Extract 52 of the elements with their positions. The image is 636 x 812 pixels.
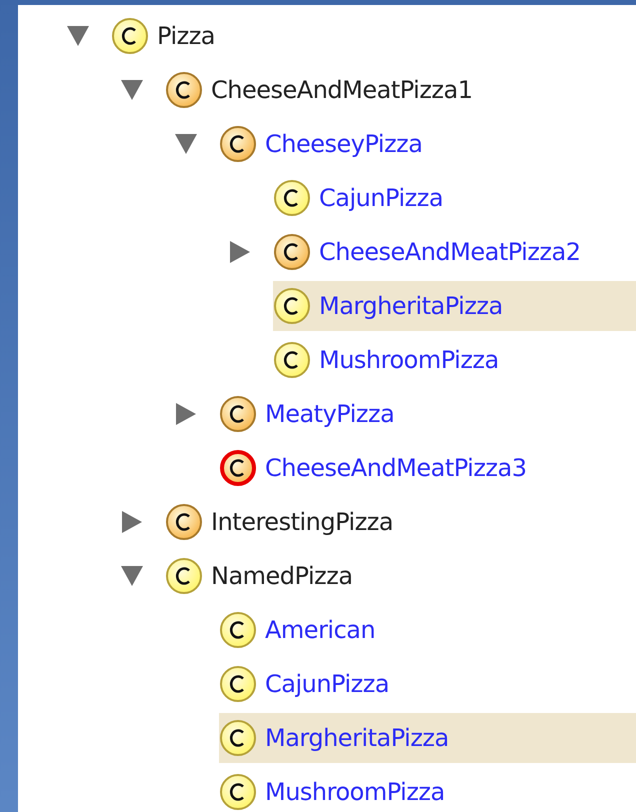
tree-node[interactable]: MargheritaPizza [273, 281, 636, 331]
node-label: Pizza [157, 22, 216, 50]
node-label: InterestingPizza [211, 508, 394, 536]
class-icon [273, 179, 311, 217]
node-label: MushroomPizza [319, 346, 499, 374]
expand-triangle-icon[interactable] [229, 240, 251, 264]
node-label: CajunPizza [319, 184, 444, 212]
class-icon [219, 449, 257, 487]
node-label: MushroomPizza [265, 778, 445, 806]
node-label: American [265, 616, 376, 644]
collapse-triangle-icon[interactable] [120, 565, 144, 587]
class-icon [273, 341, 311, 379]
class-icon [165, 503, 203, 541]
tree-node[interactable]: InterestingPizza [165, 497, 636, 547]
tree-node[interactable]: CheeseAndMeatPizza3 [219, 443, 636, 493]
class-icon [165, 71, 203, 109]
tree-node[interactable]: CheeseAndMeatPizza1 [165, 65, 636, 115]
tree-node[interactable]: American [219, 605, 636, 655]
node-label: MargheritaPizza [265, 724, 449, 752]
collapse-triangle-icon[interactable] [66, 25, 90, 47]
tree-node[interactable]: CajunPizza [273, 173, 636, 223]
node-label: CheeseAndMeatPizza2 [319, 238, 581, 266]
class-icon [273, 233, 311, 271]
node-label: CheeseAndMeatPizza3 [265, 454, 527, 482]
node-label: MargheritaPizza [319, 292, 503, 320]
class-icon [219, 125, 257, 163]
class-icon [273, 287, 311, 325]
class-icon [165, 557, 203, 595]
class-icon [219, 773, 257, 811]
tree-node[interactable]: MushroomPizza [273, 335, 636, 385]
node-label: NamedPizza [211, 562, 353, 590]
class-icon [219, 719, 257, 757]
class-icon [111, 17, 149, 55]
class-icon [219, 395, 257, 433]
tree-node[interactable]: CajunPizza [219, 659, 636, 709]
node-label: MeatyPizza [265, 400, 394, 428]
tree-node[interactable]: MeatyPizza [219, 389, 636, 439]
collapse-triangle-icon[interactable] [120, 79, 144, 101]
tree-node[interactable]: CheeseyPizza [219, 119, 636, 169]
expand-triangle-icon[interactable] [175, 402, 197, 426]
tree-node[interactable]: MargheritaPizza [219, 713, 636, 763]
node-label: CheeseyPizza [265, 130, 422, 158]
node-label: CajunPizza [265, 670, 390, 698]
tree-node[interactable]: CheeseAndMeatPizza2 [273, 227, 636, 277]
tree-node[interactable]: MushroomPizza [219, 767, 636, 812]
collapse-triangle-icon[interactable] [174, 133, 198, 155]
class-icon [219, 665, 257, 703]
expand-triangle-icon[interactable] [121, 510, 143, 534]
tree-node[interactable]: Pizza [111, 11, 636, 61]
node-label: CheeseAndMeatPizza1 [211, 76, 473, 104]
class-icon [219, 611, 257, 649]
tree-node[interactable]: NamedPizza [165, 551, 636, 601]
